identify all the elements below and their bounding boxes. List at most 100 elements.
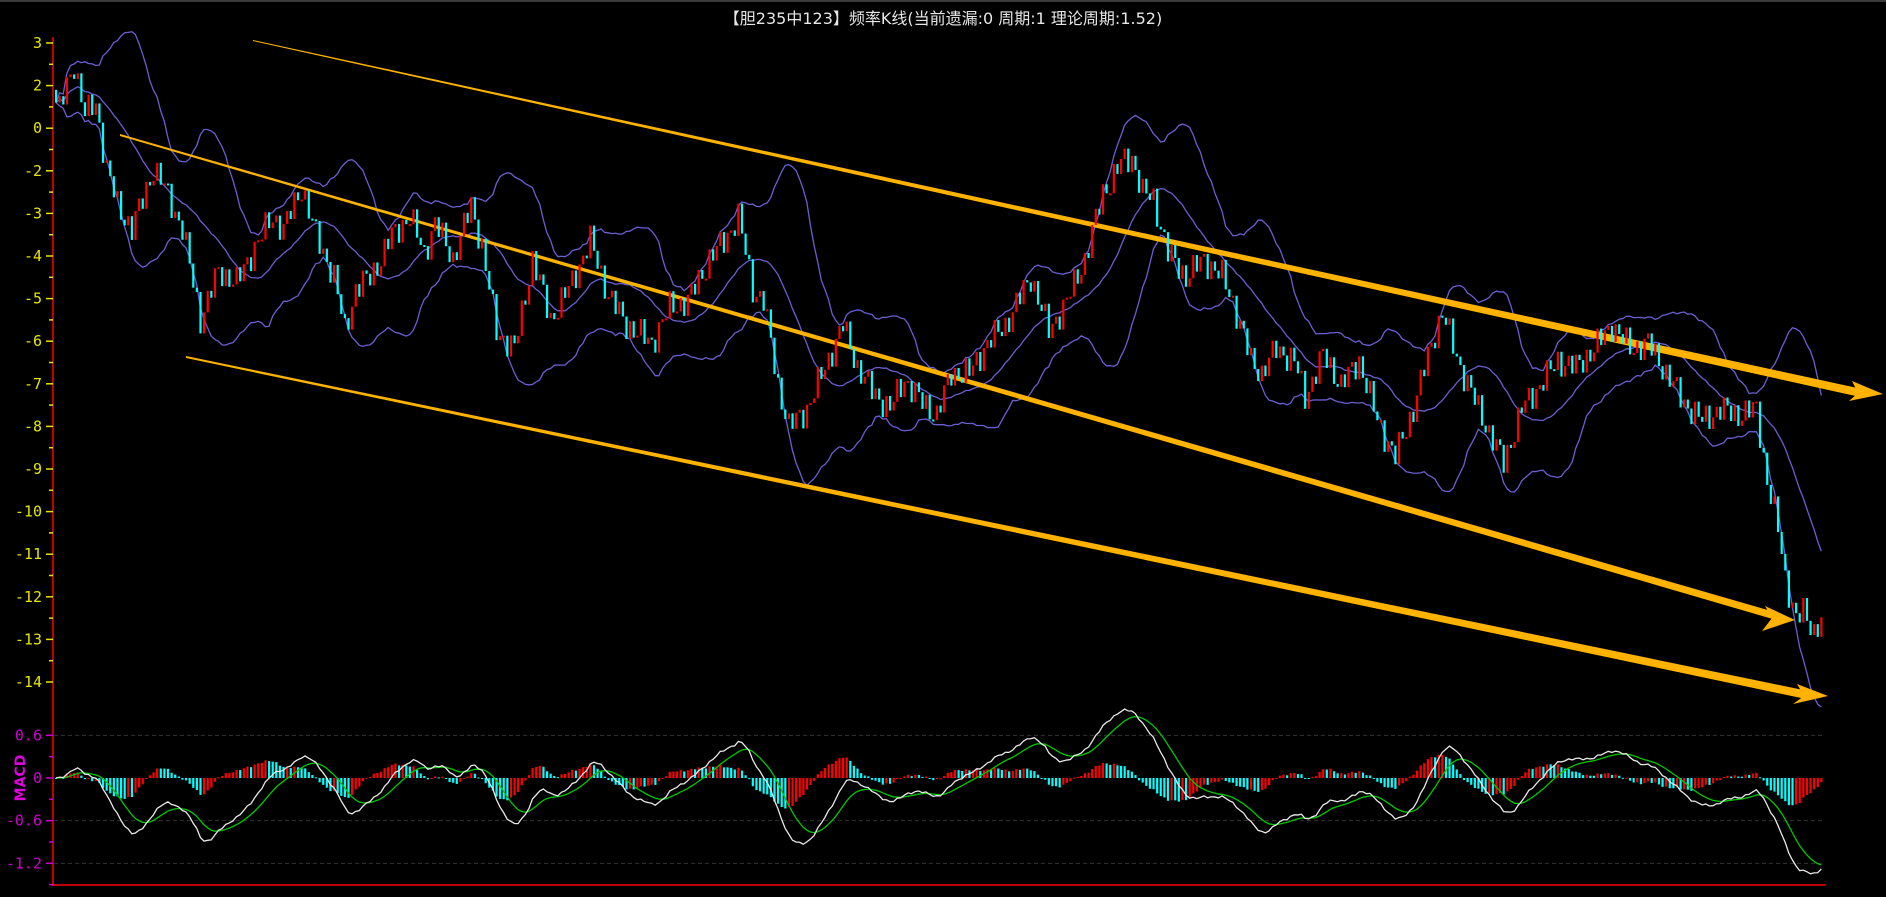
macd-histogram-bar [1412, 774, 1415, 778]
candle-up [383, 238, 386, 267]
candle-up [903, 381, 906, 398]
macd-histogram-bar [1336, 773, 1339, 778]
candle-down [405, 219, 408, 225]
candle-up [184, 232, 188, 240]
macd-histogram-bar [1751, 773, 1754, 778]
candle-down [192, 263, 195, 288]
candle-up [1535, 388, 1538, 409]
candle-up [1322, 348, 1325, 352]
candle-down [1174, 245, 1177, 258]
macd-histogram-bar [1343, 774, 1346, 778]
candle-down [1018, 292, 1022, 305]
macd-histogram-bar [473, 773, 476, 778]
macd-histogram-bar [1632, 778, 1635, 783]
candle-up [1437, 315, 1440, 349]
macd-histogram-bar [683, 771, 686, 778]
candle-up [935, 405, 939, 421]
macd-histogram-bar [1397, 778, 1401, 786]
candle-up [571, 270, 574, 286]
candle-up [628, 321, 632, 339]
macd-histogram-bar [1607, 773, 1610, 778]
candle-down [1769, 484, 1772, 505]
macd-histogram-bar [1654, 778, 1657, 783]
macd-histogram-bar [1582, 775, 1585, 778]
candle-down [1434, 342, 1437, 349]
candle-down [336, 264, 339, 295]
macd-histogram-bar [1809, 778, 1812, 794]
candle-up [975, 351, 978, 366]
candle-up [560, 287, 563, 318]
candle-down [1087, 252, 1090, 258]
y-tick-label: 2 [33, 77, 42, 95]
candle-up [1585, 349, 1588, 373]
macd-histogram-bar [906, 774, 910, 778]
candle-down [596, 250, 599, 269]
candle-up [1430, 342, 1433, 347]
macd-histogram-bar [1668, 778, 1671, 789]
macd-histogram-bar [1166, 778, 1170, 801]
macd-histogram-bar [932, 778, 935, 781]
candle-up [589, 225, 592, 259]
candle-up [452, 252, 455, 263]
candle-up [76, 73, 79, 79]
macd-histogram-bar [231, 772, 235, 778]
candle-down [455, 252, 458, 260]
candle-down [535, 250, 538, 281]
candle-down [416, 209, 419, 238]
candle-up [1347, 366, 1350, 388]
macd-histogram-bar [351, 778, 354, 795]
macd-dea-line [55, 715, 1822, 866]
macd-histogram-bar [314, 777, 318, 779]
candle-down [1462, 364, 1466, 392]
candle-down [1784, 553, 1787, 571]
macd-histogram-bar [1033, 771, 1036, 778]
macd-histogram-bar [1387, 778, 1390, 788]
macd-histogram-bar [686, 770, 689, 778]
candle-up [1567, 355, 1570, 367]
candle-up [986, 340, 989, 349]
candle-up [203, 312, 206, 334]
macd-histogram-bar [1455, 769, 1458, 778]
macd-histogram-bar [1802, 778, 1805, 798]
candle-down [109, 160, 112, 177]
macd-histogram-bar [1119, 765, 1123, 778]
candle-up [87, 94, 90, 117]
candle-up [1170, 245, 1173, 262]
macd-histogram-bar [1213, 778, 1217, 782]
y-tick-label: -2 [24, 162, 42, 180]
candle-down [387, 238, 390, 250]
macd-histogram-bar [953, 769, 957, 778]
candle-up [1080, 275, 1083, 284]
candle-down [524, 300, 527, 305]
macd-histogram-bar [755, 778, 758, 791]
macd-histogram-bar [1585, 774, 1588, 778]
macd-histogram-bar [1206, 778, 1209, 785]
macd-histogram-bar [1094, 765, 1097, 778]
candle-down [307, 190, 310, 219]
candle-down [1610, 325, 1614, 342]
candle-down [1661, 366, 1664, 380]
macd-histogram-bar [1531, 769, 1534, 778]
macd-histogram-bar [1242, 778, 1245, 788]
macd-histogram-bar [1383, 778, 1386, 788]
candle-down [1441, 315, 1444, 318]
candle-up [582, 255, 585, 265]
candle-down [1502, 444, 1505, 473]
macd-histogram-bar [1693, 778, 1697, 789]
candle-up [1119, 159, 1123, 174]
macd-histogram-bar [394, 763, 397, 778]
y-tick-label: -14 [15, 673, 42, 691]
trend-line-lower [186, 356, 1808, 699]
candle-up [715, 245, 718, 261]
candle-up [1733, 405, 1736, 421]
macd-histogram-bar [419, 773, 422, 778]
candle-up [1141, 178, 1144, 193]
macd-histogram-bar [239, 770, 242, 778]
macd-histogram-bar [1784, 778, 1787, 802]
macd-histogram-bar [434, 776, 437, 778]
candle-down [123, 219, 126, 226]
macd-histogram-bar [816, 774, 819, 778]
macd-histogram-bar [650, 778, 653, 785]
macd-histogram-bar [513, 778, 516, 796]
candle-up [1101, 184, 1105, 215]
